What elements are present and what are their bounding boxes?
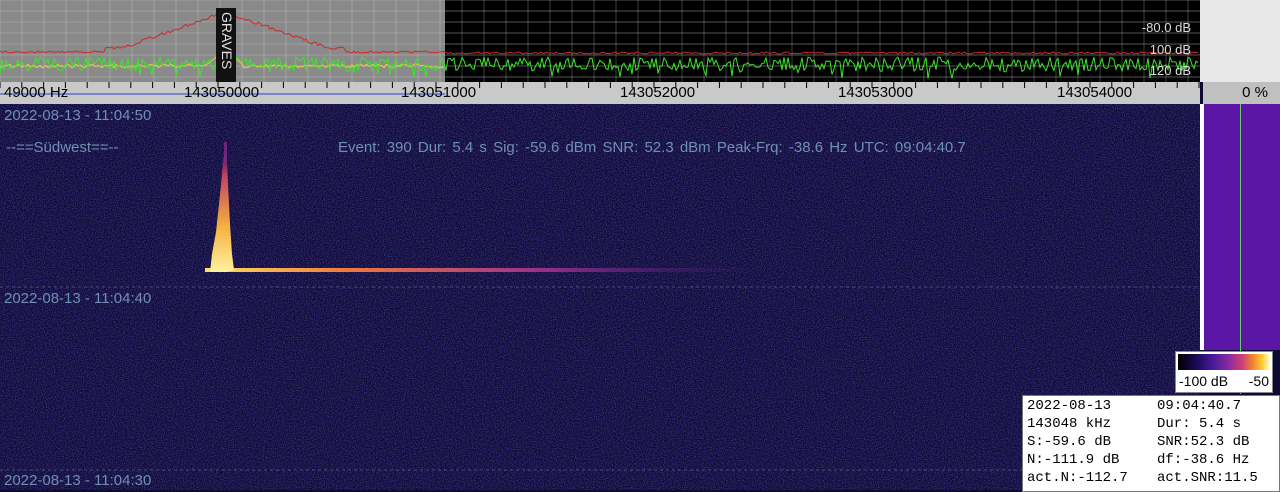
timestamp-3: 2022-08-13 - 11:04:30 bbox=[4, 472, 152, 489]
top-right-panel bbox=[1200, 0, 1280, 82]
info-signal: S:-59.6 dB bbox=[1027, 434, 1112, 450]
info-row: 2022-08-13 09:04:40.7 bbox=[1027, 398, 1277, 416]
freq-label-2: 143051000 bbox=[401, 84, 477, 101]
freq-label-3: 143052000 bbox=[620, 84, 696, 101]
info-row: 143048 kHz Dur: 5.4 s bbox=[1027, 416, 1277, 434]
timestamp-1: 2022-08-13 - 11:04:50 bbox=[4, 107, 152, 124]
db-label-120: 120 dB bbox=[1149, 63, 1191, 78]
color-scale-min: -100 dB bbox=[1179, 373, 1229, 389]
callsign-overlay: GRAVES bbox=[219, 12, 235, 69]
info-row: act.N:-112.7 act.SNR:11.5 bbox=[1027, 470, 1277, 488]
level-bar-fill bbox=[1204, 104, 1280, 350]
info-act-snr: act.SNR:11.5 bbox=[1157, 470, 1258, 486]
info-snr: SNR:52.3 dB bbox=[1157, 434, 1250, 450]
waterfall-noise bbox=[0, 104, 1200, 490]
freq-label-4: 143053000 bbox=[838, 84, 914, 101]
freq-label-0: 49000 Hz bbox=[4, 84, 69, 101]
info-duration: Dur: 5.4 s bbox=[1157, 416, 1242, 432]
waterfall-canvas bbox=[0, 104, 1200, 490]
waterfall-display[interactable]: 2022-08-13 - 11:04:50 2022-08-13 - 11:04… bbox=[0, 104, 1200, 490]
event-info-box: 2022-08-13 09:04:40.7 143048 kHz Dur: 5.… bbox=[1022, 395, 1280, 492]
db-label-100: 100 dB bbox=[1149, 42, 1191, 57]
info-row: N:-111.9 dB df:-38.6 Hz bbox=[1027, 452, 1277, 470]
timestamp-2: 2022-08-13 - 11:04:40 bbox=[4, 290, 152, 307]
frequency-axis[interactable]: 49000 Hz 143050000 143051000 143052000 1… bbox=[0, 82, 1200, 104]
color-scale-gradient bbox=[1178, 354, 1270, 370]
info-frequency: 143048 kHz bbox=[1027, 416, 1112, 432]
freq-label-1: 143050000 bbox=[184, 84, 260, 101]
percent-label: 0 % bbox=[1242, 84, 1268, 101]
color-scale: -100 dB -50 bbox=[1175, 351, 1273, 393]
meteor-trail bbox=[205, 268, 765, 272]
meteor-head-faint bbox=[224, 142, 227, 162]
color-scale-max: -50 bbox=[1248, 373, 1269, 389]
spectrum-panel[interactable]: GRAVES -80.0 dB 100 dB 120 dB bbox=[0, 0, 1200, 82]
percent-indicator: 0 % bbox=[1203, 82, 1280, 104]
frequency-ticks bbox=[0, 82, 1200, 95]
info-time: 09:04:40.7 bbox=[1157, 398, 1242, 414]
spectrum-graph: GRAVES bbox=[0, 0, 1200, 82]
db-label-80: -80.0 dB bbox=[1141, 20, 1191, 35]
info-act-noise: act.N:-112.7 bbox=[1027, 470, 1128, 486]
info-df: df:-38.6 Hz bbox=[1157, 452, 1250, 468]
event-summary: Event: 390 Dur: 5.4 s Sig: -59.6 dBm SNR… bbox=[338, 139, 966, 156]
info-row: S:-59.6 dB SNR:52.3 dB bbox=[1027, 434, 1277, 452]
freq-label-5: 143054000 bbox=[1057, 84, 1133, 101]
station-name: --==Südwest==-- bbox=[6, 139, 119, 156]
info-noise: N:-111.9 dB bbox=[1027, 452, 1120, 468]
info-date: 2022-08-13 bbox=[1027, 398, 1112, 414]
